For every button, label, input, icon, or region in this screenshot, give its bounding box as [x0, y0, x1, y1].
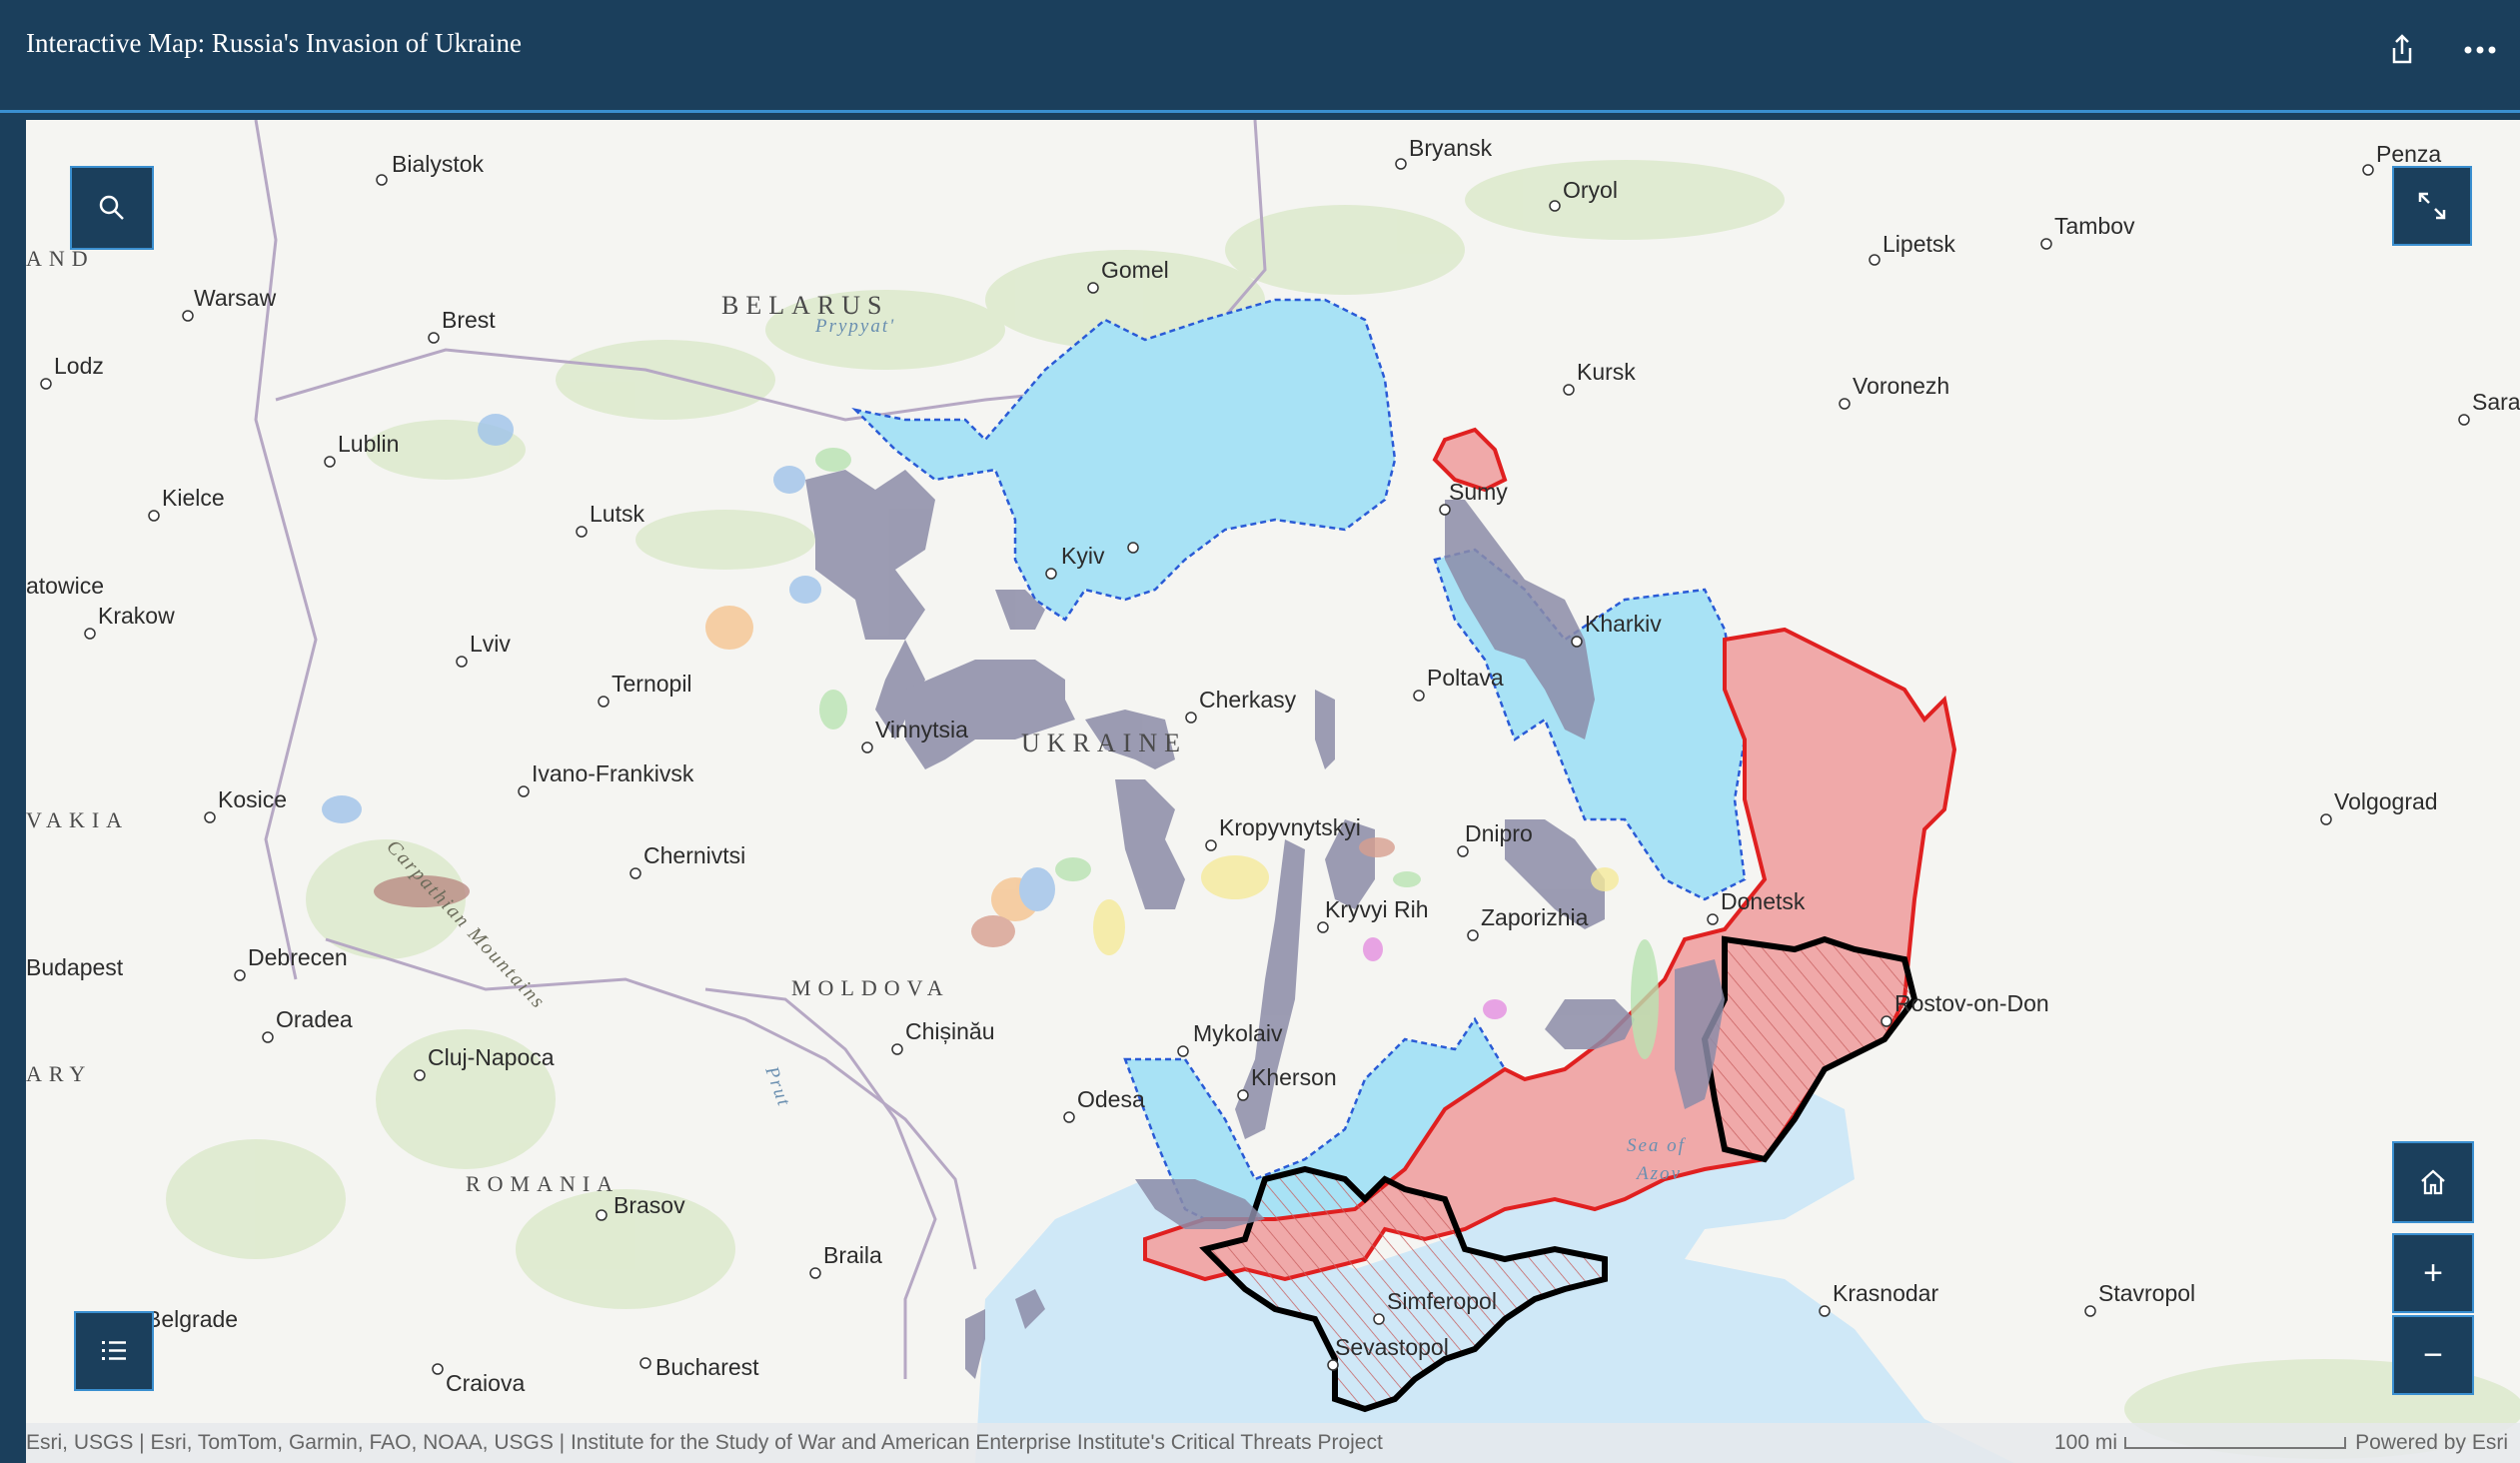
share-icon: [2392, 34, 2412, 64]
country-label-belarus: BELARUS: [721, 291, 888, 320]
map-view[interactable]: Prypyat' Prut Sea of Azov Carpathian Mou…: [26, 120, 2520, 1463]
city-label: Mykolaiv: [1193, 1020, 1283, 1046]
city-label: Zaporizhia: [1481, 904, 1589, 930]
city-label: Craiova: [446, 1370, 525, 1396]
expand-icon: [2418, 192, 2446, 220]
city-label: Brasov: [614, 1192, 685, 1218]
city-label: Simferopol: [1387, 1288, 1497, 1314]
water-label-prut: Prut: [760, 1063, 794, 1110]
more-button[interactable]: [2458, 28, 2502, 72]
city-label: Lipetsk: [1883, 231, 1955, 257]
country-label-hungary: ARY: [26, 1061, 92, 1086]
home-icon: [2421, 1169, 2445, 1195]
country-label-romania: ROMANIA: [466, 1171, 620, 1196]
country-label-slovakia: VAKIA: [26, 807, 129, 832]
city-label: Krasnodar: [1833, 1280, 1938, 1306]
city-label: Poltava: [1427, 665, 1504, 691]
city-label: Kryvyi Rih: [1325, 896, 1429, 922]
city-label: Kyiv: [1061, 543, 1105, 569]
city-label: Sumy: [1449, 479, 1508, 505]
city-label: Cherkasy: [1199, 687, 1297, 713]
city-label: Kropyvnytskyi: [1219, 814, 1361, 840]
zoom-in-button[interactable]: +: [2392, 1233, 2474, 1313]
scale-bar: [2124, 1437, 2346, 1449]
attribution-bar: Esri, USGS | Esri, TomTom, Garmin, FAO, …: [26, 1423, 2520, 1463]
attribution-sources[interactable]: Esri, USGS | Esri, TomTom, Garmin, FAO, …: [26, 1431, 1383, 1455]
water-label-azov: Azov: [1635, 1163, 1682, 1184]
city-label: Lviv: [470, 631, 511, 657]
city-label: Oradea: [276, 1006, 353, 1032]
city-label: Debrecen: [248, 944, 348, 970]
city-label: Kherson: [1251, 1064, 1337, 1090]
city-label: Donetsk: [1721, 888, 1806, 914]
city-label: Kharkiv: [1585, 611, 1662, 637]
city-label: Dnipro: [1465, 820, 1533, 846]
city-label: Budapest: [26, 954, 124, 980]
search-icon: [99, 195, 124, 220]
app-header: Interactive Map: Russia's Invasion of Uk…: [0, 0, 2520, 113]
city-label: Lodz: [54, 353, 104, 379]
city-label: Sevastopol: [1335, 1334, 1449, 1360]
powered-by-esri[interactable]: Powered by Esri: [2355, 1431, 2508, 1455]
city-label: Cluj-Napoca: [428, 1044, 555, 1070]
city-label: Chișinău: [905, 1018, 995, 1044]
legend-button[interactable]: [74, 1311, 154, 1391]
city-label: Bryansk: [1409, 135, 1493, 161]
city-label: Rostov-on-Don: [1894, 990, 2049, 1016]
search-button[interactable]: [70, 166, 154, 250]
scale-label: 100 mi: [2054, 1431, 2118, 1454]
city-label: Chernivtsi: [643, 842, 745, 868]
city-label: Stavropol: [2098, 1280, 2195, 1306]
city-label: Lutsk: [590, 501, 644, 527]
city-label: Sarat: [2472, 389, 2520, 415]
city-label: Belgrade: [146, 1306, 238, 1332]
page-title: Interactive Map: Russia's Invasion of Uk…: [26, 28, 522, 58]
city-label: Bucharest: [655, 1354, 759, 1380]
home-button[interactable]: [2392, 1141, 2474, 1223]
city-label: Tambov: [2054, 213, 2135, 239]
city-label: Oryol: [1563, 177, 1618, 203]
city-label: Brest: [442, 307, 496, 333]
city-label: Bialystok: [392, 151, 485, 177]
city-label: Braila: [823, 1242, 882, 1268]
share-button[interactable]: [2380, 28, 2424, 72]
water-label-sea-of: Sea of: [1627, 1135, 1687, 1156]
city-label: Vinnytsia: [875, 717, 968, 742]
city-label: Ternopil: [612, 671, 692, 697]
city-label: Odesa: [1077, 1086, 1145, 1112]
city-label: Kursk: [1577, 359, 1636, 385]
city-label: Warsaw: [194, 285, 277, 311]
city-label: Gomel: [1101, 257, 1169, 283]
city-label: Kielce: [162, 485, 225, 511]
city-label: Volgograd: [2334, 788, 2438, 814]
city-label: Voronezh: [1853, 373, 1949, 399]
city-label: Lublin: [338, 431, 399, 457]
list-icon: [102, 1341, 126, 1360]
country-label-ukraine: UKRAINE: [1021, 729, 1187, 757]
zoom-out-button[interactable]: −: [2392, 1315, 2474, 1395]
map-canvas[interactable]: Prypyat' Prut Sea of Azov Carpathian Mou…: [26, 120, 2520, 1463]
city-label: Krakow: [98, 603, 175, 629]
fullscreen-button[interactable]: [2392, 166, 2472, 246]
city-label: atowice: [26, 573, 104, 599]
country-label-moldova: MOLDOVA: [791, 975, 950, 1000]
more-horizontal-icon: [2464, 46, 2496, 54]
city-label: Kosice: [218, 786, 287, 812]
city-label: Ivano-Frankivsk: [532, 760, 694, 786]
city-label: Penza: [2376, 141, 2441, 167]
